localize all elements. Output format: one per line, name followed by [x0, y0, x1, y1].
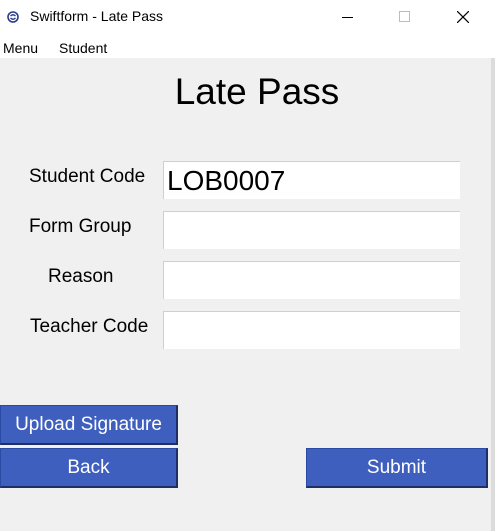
maximize-icon	[399, 11, 410, 22]
minimize-icon	[342, 17, 353, 18]
app-window: Swiftform - Late Pass Menu Student Late …	[0, 0, 495, 531]
swiftform-logo-icon	[7, 10, 19, 23]
reason-label: Reason	[48, 266, 114, 287]
window-edge	[491, 58, 495, 531]
teacher-code-input[interactable]	[163, 311, 460, 349]
page-title: Late Pass	[174, 71, 340, 112]
title-bar[interactable]: Swiftform - Late Pass	[0, 0, 495, 34]
close-button[interactable]	[440, 0, 486, 34]
back-button[interactable]: Back	[0, 448, 178, 488]
submit-button[interactable]: Submit	[306, 448, 488, 488]
minimize-button[interactable]	[325, 0, 371, 34]
close-icon	[457, 11, 469, 23]
maximize-button[interactable]	[382, 0, 428, 34]
reason-input[interactable]	[163, 261, 460, 299]
form-group-label: Form Group	[29, 216, 132, 237]
upload-signature-button[interactable]: Upload Signature	[0, 405, 178, 445]
student-code-input[interactable]	[163, 161, 460, 199]
menu-item-student[interactable]: Student	[59, 40, 107, 56]
teacher-code-label: Teacher Code	[30, 316, 149, 337]
menu-item-menu[interactable]: Menu	[3, 40, 38, 56]
window-title: Swiftform - Late Pass	[30, 8, 164, 24]
form-group-input[interactable]	[163, 211, 460, 249]
student-code-label: Student Code	[29, 166, 146, 187]
menu-bar: Menu Student	[0, 34, 495, 58]
